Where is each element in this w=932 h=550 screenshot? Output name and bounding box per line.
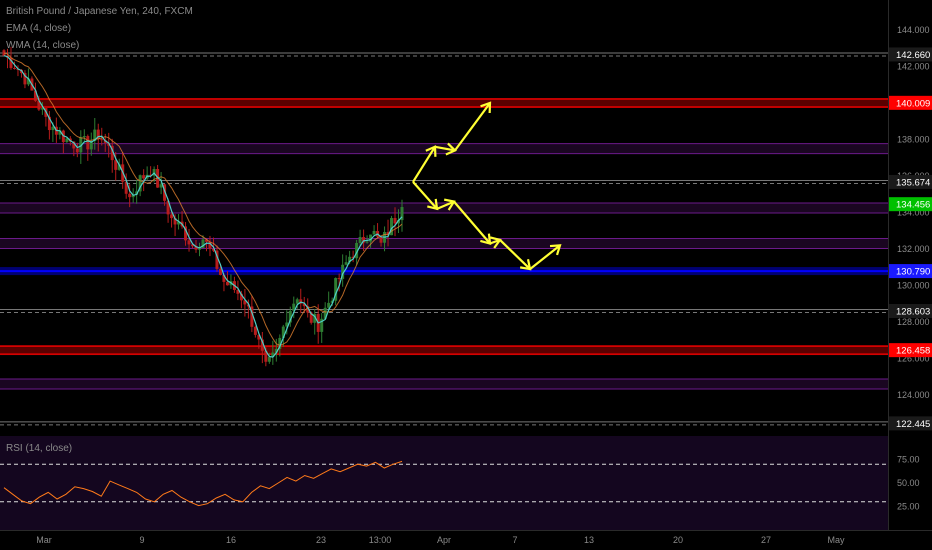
legend-wma: WMA (14, close) (6, 40, 80, 51)
level-band-9 (0, 379, 888, 390)
candle-72 (253, 326, 257, 335)
legend-symbol: British Pound / Japanese Yen, 240, FXCM (6, 6, 193, 17)
legend-rsi: RSI (14, close) (6, 443, 73, 454)
candle-28 (100, 139, 104, 141)
legend-ema: EMA (4, close) (6, 23, 72, 34)
candle-64 (225, 281, 229, 286)
candle-48 (170, 214, 174, 219)
level-band-4 (0, 202, 888, 213)
level-band-5 (0, 238, 888, 249)
candle-24 (86, 136, 90, 150)
candle-96 (337, 278, 341, 280)
candle-21 (75, 148, 79, 153)
projection-arrow-up (412, 102, 491, 183)
rsi-pane (0, 436, 888, 530)
candle-106 (372, 230, 376, 235)
candle-108 (379, 236, 383, 243)
time-axis[interactable] (0, 530, 932, 550)
projection-arrow-down (412, 181, 561, 271)
candle-76 (267, 356, 271, 362)
wma-line (3, 52, 403, 346)
candle-102 (358, 237, 362, 243)
chart-app: British Pound / Japanese Yen, 240, FXCM … (0, 0, 932, 550)
price-chart[interactable] (0, 0, 888, 530)
candle-53 (187, 240, 191, 245)
candle-23 (82, 136, 86, 138)
candle-3 (12, 67, 16, 69)
candle-112 (393, 218, 397, 224)
candle-104 (365, 241, 369, 243)
candle-36 (128, 193, 132, 198)
candle-84 (295, 299, 299, 304)
candle-40 (142, 175, 146, 179)
candle-98 (344, 262, 348, 265)
price-axis[interactable] (888, 0, 932, 530)
